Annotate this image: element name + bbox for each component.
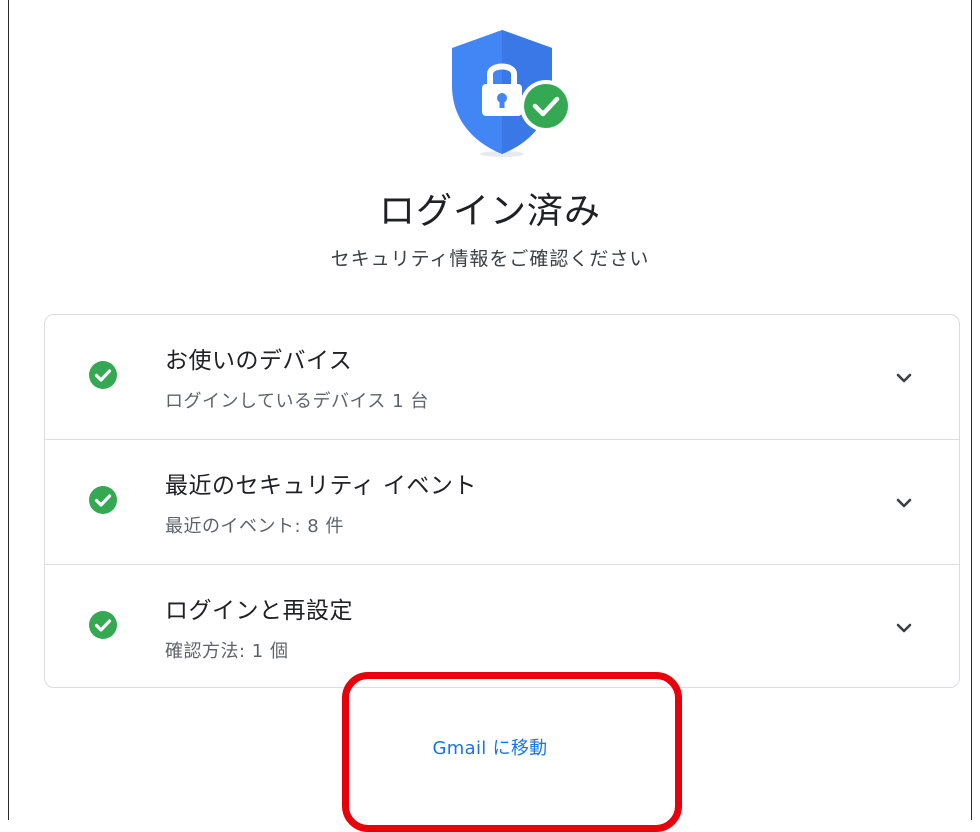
page-title: ログイン済み — [378, 191, 601, 232]
check-circle-icon — [88, 485, 118, 515]
security-summary-card: お使いのデバイス ログインしているデバイス 1 台 最近のセキュリティ イベント… — [44, 314, 960, 688]
security-item-title: お使いのデバイス — [165, 348, 353, 374]
security-item-recent-events[interactable]: 最近のセキュリティ イベント 最近のイベント: 8 件 — [45, 439, 959, 564]
go-to-gmail-link[interactable]: Gmail に移動 — [0, 734, 980, 760]
security-item-signin-recovery[interactable]: ログインと再設定 確認方法: 1 個 — [45, 564, 959, 689]
chevron-down-icon[interactable] — [893, 617, 915, 639]
chevron-down-icon[interactable] — [893, 367, 915, 389]
chevron-down-icon[interactable] — [893, 492, 915, 514]
check-circle-icon — [88, 360, 118, 390]
check-circle-icon — [88, 610, 118, 640]
security-item-subtitle: 確認方法: 1 個 — [165, 641, 289, 662]
security-item-title: ログインと再設定 — [165, 598, 353, 624]
page-subtitle: セキュリティ情報をご確認ください — [330, 248, 650, 270]
security-item-subtitle: ログインしているデバイス 1 台 — [165, 391, 429, 412]
security-item-title: 最近のセキュリティ イベント — [165, 473, 477, 499]
shield-lock-icon — [440, 26, 580, 162]
security-item-devices[interactable]: お使いのデバイス ログインしているデバイス 1 台 — [45, 315, 959, 439]
security-item-subtitle: 最近のイベント: 8 件 — [165, 516, 344, 537]
